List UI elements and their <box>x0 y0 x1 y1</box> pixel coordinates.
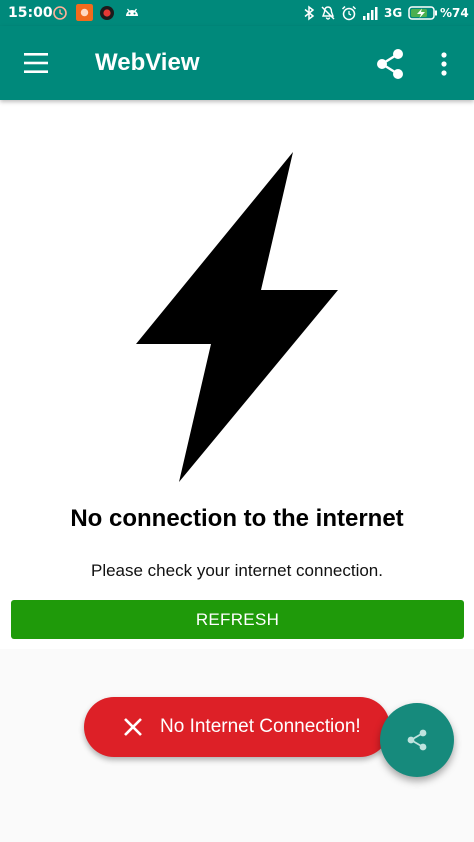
share-icon <box>407 729 427 751</box>
notifications-off-icon <box>321 6 335 20</box>
status-bar: 15:00 3G %74 <box>0 0 474 26</box>
error-message: Please check your internet connection. <box>90 561 383 580</box>
alarm-icon <box>341 5 357 21</box>
refresh-button[interactable]: REFRESH <box>11 600 464 639</box>
signal-icon <box>363 7 378 20</box>
error-heading: No connection to the internet <box>70 505 404 532</box>
battery-charging-icon <box>408 6 437 20</box>
status-time: 15:00 <box>8 5 53 21</box>
no-internet-snackbar: No Internet Connection! <box>84 697 390 757</box>
app-notification-icon <box>76 4 93 21</box>
snackbar-message: No Internet Connection! <box>160 716 361 737</box>
android-notification-icon <box>126 8 138 16</box>
clock-notification-icon <box>53 6 67 20</box>
menu-button[interactable] <box>14 43 58 83</box>
app-bar: WebView <box>0 26 474 100</box>
more-options-button[interactable] <box>430 46 458 82</box>
share-fab[interactable] <box>380 703 454 777</box>
lightning-bolt-icon <box>136 152 338 482</box>
share-icon <box>377 49 403 79</box>
close-icon[interactable] <box>122 716 144 738</box>
app-title: WebView <box>95 49 200 76</box>
record-notification-icon <box>100 6 114 20</box>
battery-level: %74 <box>440 6 469 20</box>
more-vert-icon <box>441 52 447 76</box>
network-type: 3G <box>384 6 403 20</box>
menu-icon <box>24 53 48 73</box>
bluetooth-icon <box>304 5 315 21</box>
share-button[interactable] <box>372 46 408 82</box>
